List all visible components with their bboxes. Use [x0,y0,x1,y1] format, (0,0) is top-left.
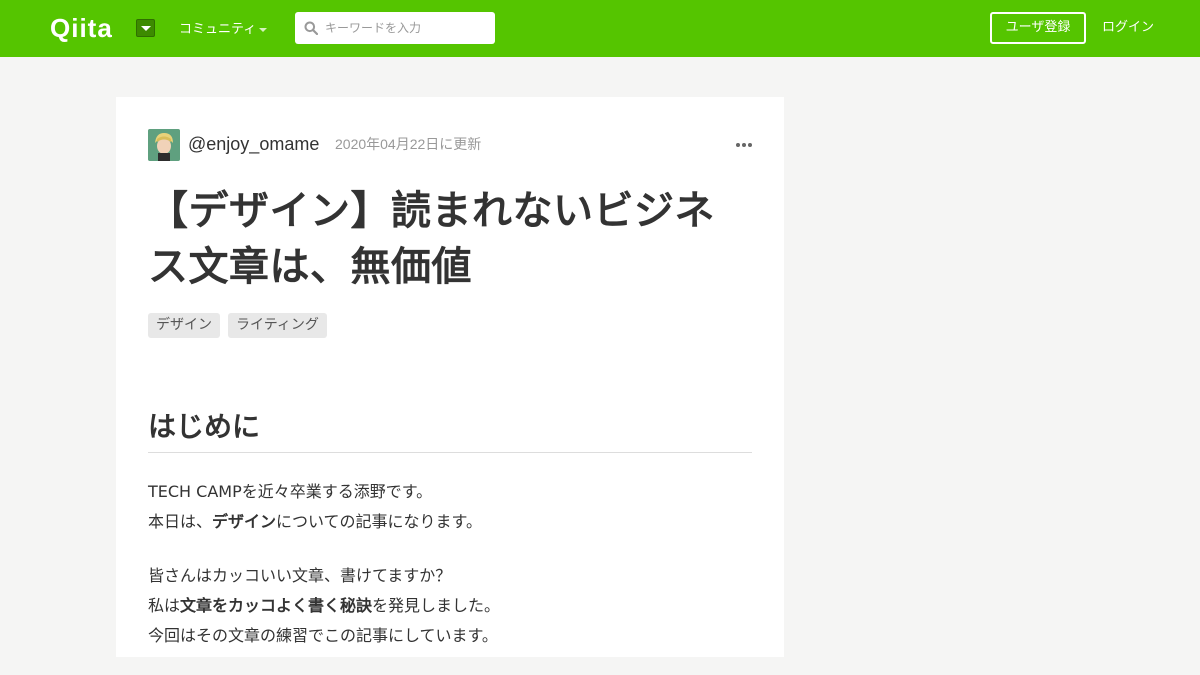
divider [148,452,752,453]
avatar[interactable] [148,129,180,161]
tag-writing[interactable]: ライティング [228,313,327,338]
text-run: 私は [148,596,181,615]
article-title: 【デザイン】読まれないビジネ ス文章は、無価値 [148,183,752,295]
author-name[interactable]: @enjoy_omame [188,132,319,156]
qiita-logo[interactable]: Qiita [50,12,113,44]
text-run: を発見しました。 [372,596,501,615]
paragraph: 皆さんはカッコいい文章、書けてますか？ 私は文章をカッコよく書く秘訣を発見しました… [148,561,752,651]
title-line-1: 【デザイン】読まれないビジネ [148,188,715,234]
text-run: TECH CAMPを近々卒業する添野です。 [148,482,433,501]
text-run: 今回はその文章の練習でこの記事にしています。 [148,626,498,645]
caret-down-icon[interactable] [259,28,267,32]
tag-list: デザイン ライティング [148,313,327,338]
search-icon [304,21,318,35]
search-box[interactable] [295,12,495,44]
updated-date: 2020年04月22日に更新 [335,136,482,152]
signup-button[interactable]: ユーザ登録 [990,12,1086,44]
text-run: 本日は、 [148,512,213,531]
chevron-down-icon[interactable] [136,19,155,37]
section-heading: はじめに [148,410,261,443]
global-header: Qiita コミュニティ ユーザ登録 ログイン [0,0,1200,57]
article-body: TECH CAMPを近々卒業する添野です。 本日は、デザインについての記事になりま… [148,477,752,675]
search-input[interactable] [325,12,490,44]
text-run: についての記事になります。 [276,512,482,531]
tag-design[interactable]: デザイン [148,313,220,338]
community-menu[interactable]: コミュニティ [179,21,256,39]
article-card: @enjoy_omame 2020年04月22日に更新 【デザイン】読まれないビ… [116,97,784,657]
more-options-icon[interactable] [736,135,752,153]
login-link[interactable]: ログイン [1102,19,1154,37]
bold-text: 文章をカッコよく書く秘訣 [180,596,373,615]
text-run: 皆さんはカッコいい文章、書けてますか？ [148,566,452,585]
paragraph: TECH CAMPを近々卒業する添野です。 本日は、デザインについての記事になりま… [148,477,752,537]
title-line-2: ス文章は、無価値 [148,244,472,290]
bold-text: デザイン [212,512,277,531]
